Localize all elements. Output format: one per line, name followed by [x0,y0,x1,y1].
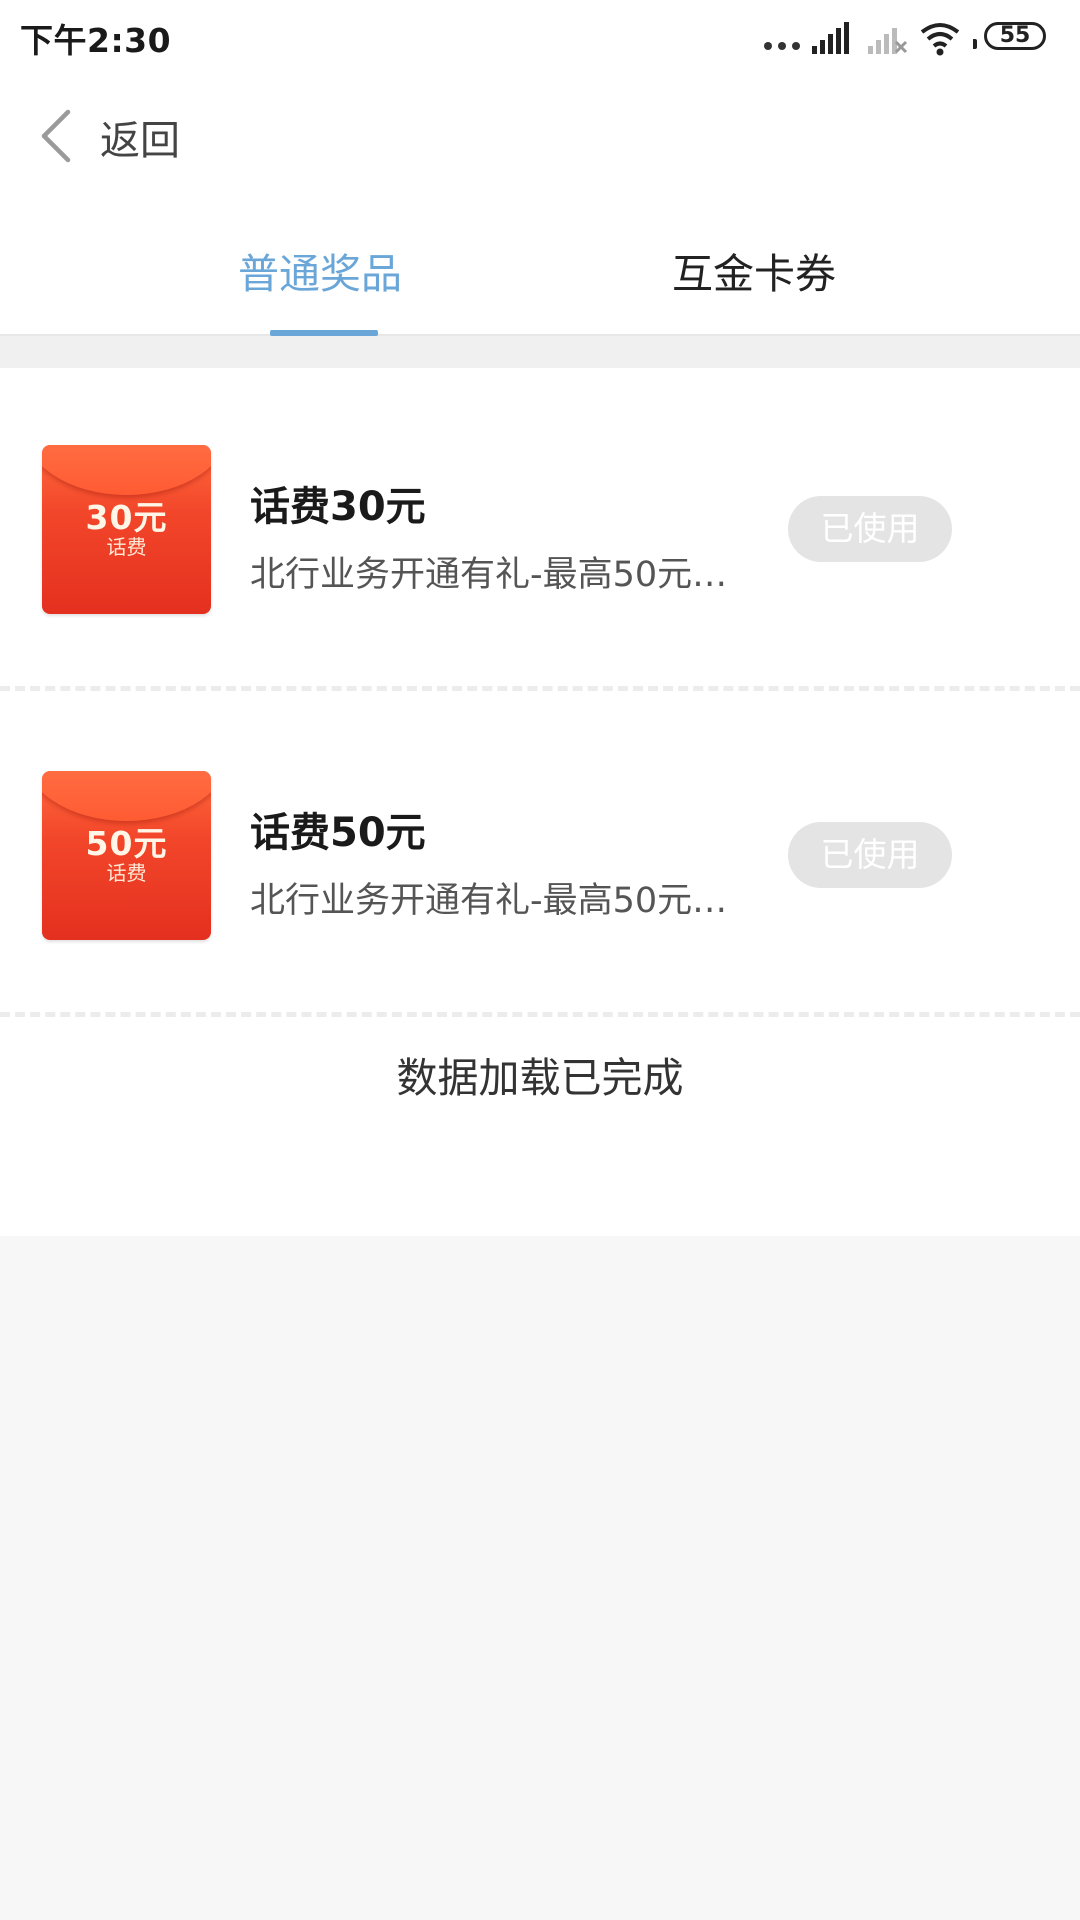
tab-normal-prizes[interactable]: 普通奖品 [238,240,402,300]
used-status-button[interactable]: 已使用 [788,496,952,562]
list-item[interactable]: 50元 话费 话费50元 北行业务开通有礼-最高50元话费 已使用 [0,694,1080,1014]
used-status-button[interactable]: 已使用 [788,822,952,888]
red-envelope-image: 30元 话费 [42,445,211,614]
wifi-icon [920,23,960,56]
chevron-left-icon [41,109,71,163]
load-complete-text: 数据加载已完成 [396,1054,684,1102]
prize-description: 北行业务开通有礼-最高50元话费 [250,555,730,595]
list-item[interactable]: 30元 话费 话费30元 北行业务开通有礼-最高50元话费 已使用 [0,368,1080,688]
prize-list: 30元 话费 话费30元 北行业务开通有礼-最高50元话费 已使用 50元 话费… [0,368,1080,1236]
nav-bar: 返回 [0,76,1080,200]
status-time: 下午2:30 [20,21,172,60]
prize-title: 话费30元 [250,484,426,530]
battery-level: 55 [999,23,1031,48]
dashed-divider [0,686,1080,691]
status-bar: 下午2:30 55 [0,0,1080,76]
envelope-subtitle: 话费 [106,535,147,559]
back-button[interactable]: 返回 [36,98,206,168]
dashed-divider [0,1012,1080,1017]
more-dots-icon [764,16,804,60]
prize-title: 话费50元 [250,810,426,856]
back-label: 返回 [100,118,180,164]
battery-icon: 55 [973,22,1046,50]
envelope-subtitle: 话费 [106,861,147,885]
prize-description: 北行业务开通有礼-最高50元话费 [250,881,730,921]
red-envelope-image: 50元 话费 [42,771,211,940]
tab-bar: 普通奖品 互金卡券 [0,200,1080,336]
tab-fintech-coupons[interactable]: 互金卡券 [672,240,836,300]
signal-off-icon [868,28,908,54]
section-gap [0,336,1080,368]
signal-icon [812,22,849,54]
